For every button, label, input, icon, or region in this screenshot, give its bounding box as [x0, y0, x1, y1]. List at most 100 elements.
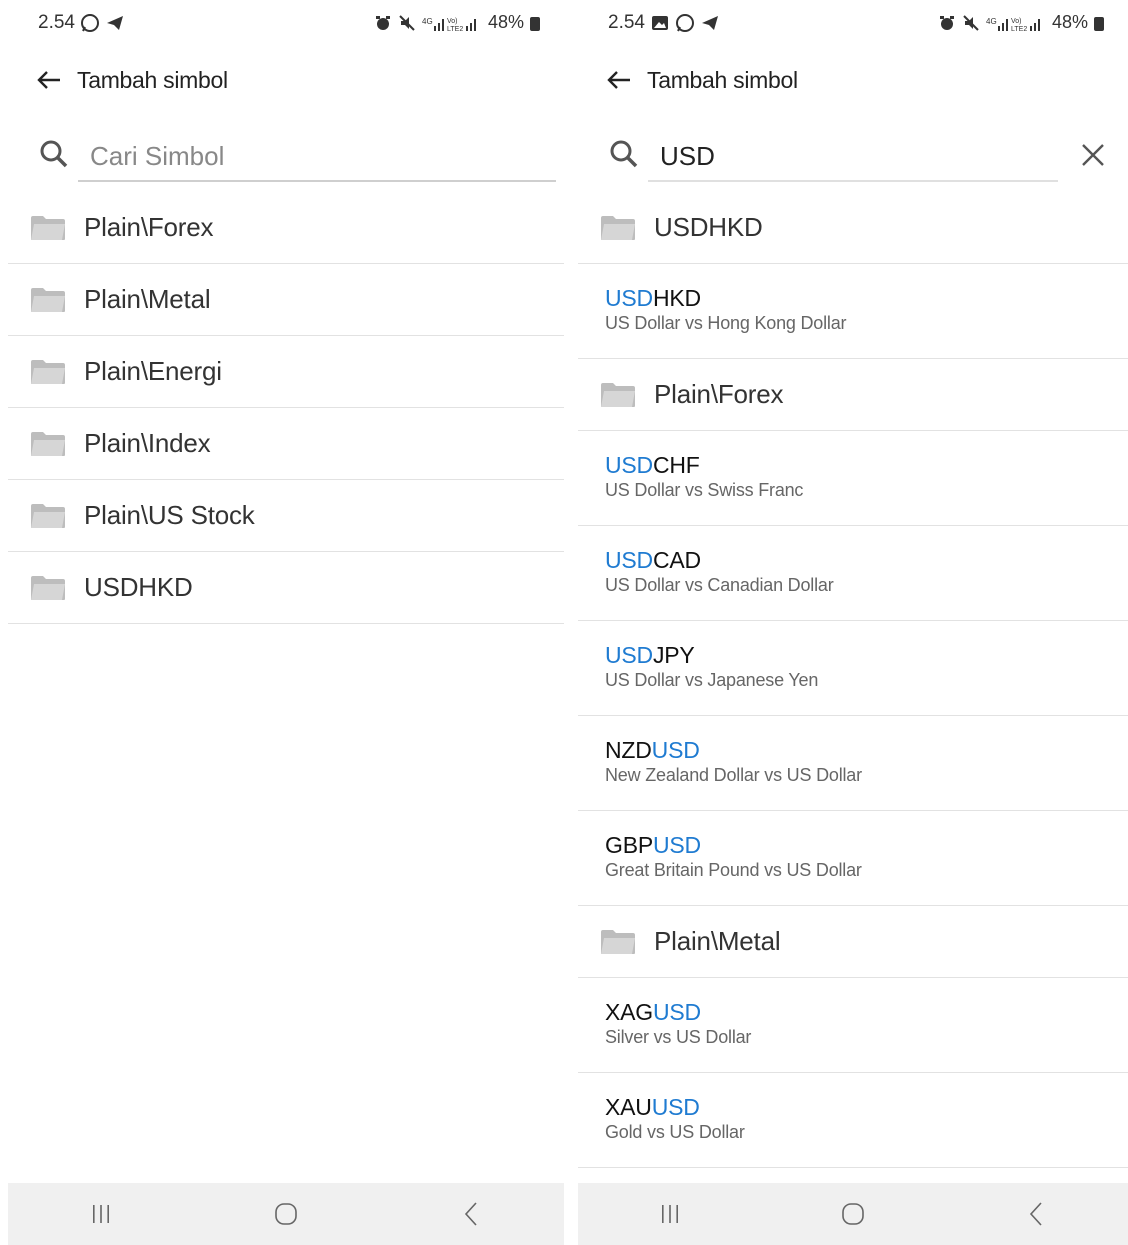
- folder-icon: [31, 575, 65, 600]
- battery-icon: [530, 16, 540, 31]
- symbol-description: US Dollar vs Hong Kong Dollar: [605, 313, 847, 333]
- search-input[interactable]: [78, 132, 556, 182]
- status-time: 2.54: [608, 12, 645, 33]
- folder-row-metal[interactable]: Plain\Metal: [8, 264, 564, 336]
- symbol-name: USDCAD: [605, 547, 701, 573]
- folder-row-forex[interactable]: Plain\Forex: [578, 359, 1128, 431]
- search-input[interactable]: [648, 132, 1058, 182]
- home-button[interactable]: [256, 1194, 316, 1234]
- battery-percent: 48%: [487, 12, 524, 32]
- folder-label: Plain\Forex: [654, 379, 784, 409]
- symbol-row-gbpusd[interactable]: GBPUSD Great Britain Pound vs US Dollar: [578, 811, 1128, 906]
- symbol-row-xagusd[interactable]: XAGUSD Silver vs US Dollar: [578, 978, 1128, 1073]
- svg-text:LTE2: LTE2: [1011, 26, 1027, 32]
- folder-label: Plain\Metal: [84, 284, 211, 314]
- home-button[interactable]: [823, 1194, 883, 1234]
- folder-row-energi[interactable]: Plain\Energi: [8, 336, 564, 408]
- search-icon[interactable]: [608, 138, 642, 172]
- folder-label: Plain\Index: [84, 428, 211, 458]
- folder-label: Plain\Forex: [84, 212, 214, 242]
- gallery-icon: [651, 16, 668, 30]
- status-bar: 2.54 4G Vo) LTE2 48%: [0, 0, 564, 48]
- whatsapp-icon: [675, 14, 694, 32]
- folder-icon: [601, 215, 635, 240]
- arrow-left-icon: [607, 71, 630, 89]
- recents-button[interactable]: [640, 1194, 700, 1234]
- symbol-description: US Dollar vs Swiss Franc: [605, 480, 804, 500]
- folder-row-usdhkd[interactable]: USDHKD: [578, 192, 1128, 264]
- arrow-left-icon: [37, 71, 60, 89]
- telegram-icon: [106, 16, 123, 30]
- alarm-icon: [939, 15, 954, 30]
- whatsapp-icon: [80, 14, 99, 32]
- status-time: 2.54: [38, 12, 75, 33]
- symbol-name: NZDUSD: [605, 737, 700, 763]
- symbol-description: New Zealand Dollar vs US Dollar: [605, 765, 862, 785]
- telegram-icon: [701, 16, 718, 30]
- symbol-row-usdjpy[interactable]: USDJPY US Dollar vs Japanese Yen: [578, 621, 1128, 716]
- back-nav-icon: [1030, 1202, 1042, 1226]
- svg-text:4G: 4G: [986, 17, 997, 26]
- symbol-description: Gold vs US Dollar: [605, 1122, 745, 1142]
- symbol-row-nzdusd[interactable]: NZDUSD New Zealand Dollar vs US Dollar: [578, 716, 1128, 811]
- search-bar: [0, 128, 564, 190]
- page-title: Tambah simbol: [77, 66, 228, 93]
- symbol-name: XAUUSD: [605, 1094, 700, 1120]
- folder-icon: [31, 359, 65, 384]
- folder-label: USDHKD: [84, 572, 193, 602]
- symbol-description: US Dollar vs Canadian Dollar: [605, 575, 834, 595]
- app-bar: Tambah simbol: [0, 55, 564, 105]
- alarm-icon: [375, 15, 390, 30]
- close-icon[interactable]: [1078, 140, 1108, 170]
- folder-icon: [601, 929, 635, 954]
- symbol-description: US Dollar vs Japanese Yen: [605, 670, 819, 690]
- nav-bar: [578, 1183, 1128, 1245]
- recents-button[interactable]: [71, 1194, 131, 1234]
- app-bar: Tambah simbol: [570, 55, 1128, 105]
- svg-text:4G: 4G: [422, 17, 433, 26]
- folder-row-metal[interactable]: Plain\Metal: [578, 906, 1128, 978]
- folder-row-usdhkd[interactable]: USDHKD: [8, 552, 564, 624]
- folder-label: Plain\US Stock: [84, 500, 255, 530]
- recents-icon: [92, 1205, 109, 1223]
- symbol-row-usdchf[interactable]: USDCHF US Dollar vs Swiss Franc: [578, 431, 1128, 526]
- page-title: Tambah simbol: [647, 66, 798, 93]
- signal-icon: 4G Vo)LTE2: [986, 17, 1040, 32]
- folder-icon: [31, 431, 65, 456]
- folder-label: Plain\Metal: [654, 926, 781, 956]
- back-button[interactable]: [33, 64, 65, 96]
- svg-text:Vo): Vo): [1011, 18, 1022, 25]
- folder-icon: [601, 382, 635, 407]
- phone-left-screen: 2.54 4G Vo)LTE2 48% Tambah simbol Plain\F…: [0, 0, 564, 1245]
- search-results-list: USDHKD USDHKD US Dollar vs Hong Kong Dol…: [578, 192, 1128, 1168]
- symbol-name: USDHKD: [605, 285, 701, 311]
- symbol-name: GBPUSD: [605, 832, 701, 858]
- svg-text:LTE2: LTE2: [447, 26, 463, 32]
- search-icon[interactable]: [38, 138, 72, 172]
- back-nav-button[interactable]: [441, 1194, 501, 1234]
- symbol-row-xauusd[interactable]: XAUUSD Gold vs US Dollar: [578, 1073, 1128, 1168]
- nav-bar: [8, 1183, 564, 1245]
- back-button[interactable]: [603, 64, 635, 96]
- home-icon: [842, 1203, 864, 1225]
- symbol-row-usdcad[interactable]: USDCAD US Dollar vs Canadian Dollar: [578, 526, 1128, 621]
- svg-text:Vo): Vo): [447, 18, 458, 25]
- folder-row-forex[interactable]: Plain\Forex: [8, 192, 564, 264]
- folder-row-us-stock[interactable]: Plain\US Stock: [8, 480, 564, 552]
- folder-icon: [31, 215, 65, 240]
- mute-icon: [963, 14, 979, 31]
- back-nav-button[interactable]: [1006, 1194, 1066, 1234]
- folder-row-index[interactable]: Plain\Index: [8, 408, 564, 480]
- status-bar: 2.54 4G Vo) LTE2 48%: [570, 0, 1128, 48]
- folder-list: Plain\Forex Plain\Metal Plain\Energi Pla…: [8, 192, 564, 624]
- home-icon: [275, 1203, 297, 1225]
- folder-icon: [31, 287, 65, 312]
- symbol-description: Silver vs US Dollar: [605, 1027, 752, 1047]
- folder-label: USDHKD: [654, 212, 763, 242]
- symbol-row-usdhkd[interactable]: USDHKD US Dollar vs Hong Kong Dollar: [578, 264, 1128, 359]
- mute-icon: [399, 14, 415, 31]
- folder-icon: [31, 503, 65, 528]
- symbol-name: USDCHF: [605, 452, 700, 478]
- battery-icon: [1094, 16, 1104, 31]
- symbol-description: Great Britain Pound vs US Dollar: [605, 860, 862, 880]
